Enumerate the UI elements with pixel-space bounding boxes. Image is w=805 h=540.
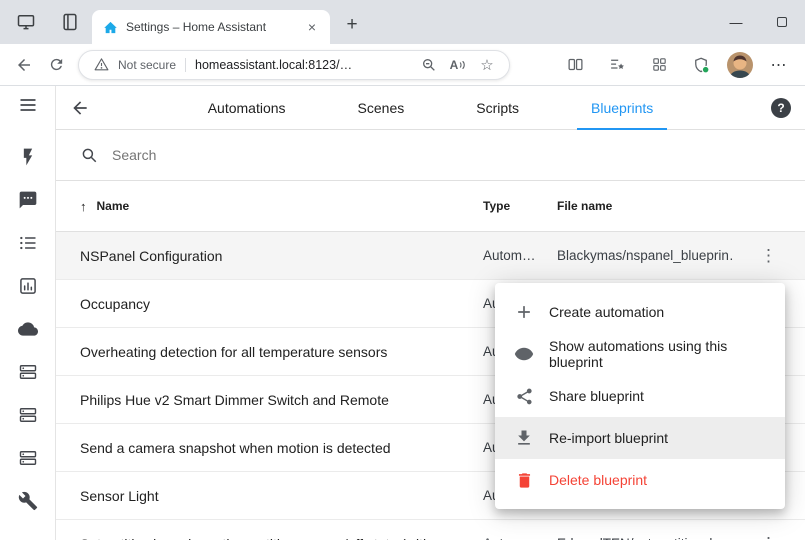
browser-tab-strip: Settings – Home Assistant × + —	[0, 0, 805, 44]
plus-icon	[513, 301, 535, 323]
tab-title: Settings – Home Assistant	[126, 20, 296, 34]
sidebar-item-server-3[interactable]	[8, 446, 48, 470]
menu-item-show-automations[interactable]: Show automations using this blueprint	[495, 333, 785, 375]
ha-nav-tabs: Automations Scenes Scripts Blueprints	[104, 86, 757, 129]
blueprint-file: Blackymas/nspanel_blueprin…	[557, 248, 732, 263]
zoom-out-icon[interactable]	[417, 54, 441, 76]
new-tab-button[interactable]: +	[338, 11, 366, 39]
search-row	[56, 130, 805, 181]
help-icon: ?	[771, 98, 791, 118]
blueprint-file: EdwardTEN/set_entities_bas…	[557, 536, 732, 540]
sidebar-item-assist[interactable]	[8, 188, 48, 212]
chat-icon	[18, 190, 38, 210]
back-button[interactable]	[8, 49, 40, 81]
blueprint-name: NSPanel Configuration	[80, 248, 483, 264]
row-overflow-menu-icon[interactable]: ⋮	[757, 246, 781, 266]
window-minimize-button[interactable]: —	[713, 0, 759, 44]
security-label: Not secure	[118, 58, 176, 72]
window-controls: —	[713, 0, 805, 44]
download-icon	[513, 427, 535, 449]
search-input[interactable]	[112, 147, 781, 163]
extensions-icon[interactable]	[643, 49, 675, 81]
blueprint-name: Occupancy	[80, 296, 483, 312]
wrench-icon	[18, 491, 38, 511]
home-assistant-favicon	[102, 19, 118, 35]
address-divider	[185, 58, 186, 72]
favorites-icon[interactable]	[601, 49, 633, 81]
tab-scripts[interactable]: Scripts	[462, 86, 533, 129]
cloud-icon	[18, 319, 38, 339]
lightning-icon	[18, 147, 38, 167]
sidebar-item-history[interactable]	[8, 274, 48, 298]
blueprint-type: Autom…	[483, 248, 557, 263]
table-row-set-entities[interactable]: Set entities based on other entities new…	[56, 520, 805, 540]
eye-icon	[513, 343, 535, 365]
tab-automations[interactable]: Automations	[194, 86, 300, 129]
menu-item-share-blueprint[interactable]: Share blueprint	[495, 375, 785, 417]
favorite-star-icon[interactable]: ☆	[475, 54, 499, 76]
not-secure-warning-icon	[89, 54, 113, 76]
tab-close-icon[interactable]: ×	[304, 19, 320, 35]
address-bar[interactable]: Not secure homeassistant.local:8123/… A …	[78, 50, 510, 80]
blueprint-type: Autom…	[483, 536, 557, 540]
sidebar-item-todo[interactable]	[8, 231, 48, 255]
row-overflow-menu-icon[interactable]: ⋮	[757, 534, 781, 540]
blueprint-name: Overheating detection for all temperatur…	[80, 344, 483, 360]
browser-menu-icon[interactable]: ⋯	[763, 49, 795, 81]
sidebar-item-energy[interactable]	[8, 145, 48, 169]
table-row-nspanel[interactable]: NSPanel Configuration Autom… Blackymas/n…	[56, 232, 805, 280]
menu-item-create-automation[interactable]: Create automation	[495, 291, 785, 333]
toolbar-right-icons: ⋯	[559, 49, 797, 81]
column-header-file[interactable]: File name	[557, 199, 732, 213]
profile-avatar[interactable]	[727, 52, 753, 78]
blueprint-name: Philips Hue v2 Smart Dimmer Switch and R…	[80, 392, 483, 408]
ha-header: Automations Scenes Scripts Blueprints ?	[56, 86, 805, 130]
column-header-name[interactable]: ↑ Name	[80, 199, 483, 214]
browser-tab[interactable]: Settings – Home Assistant ×	[92, 10, 330, 44]
table-header: ↑ Name Type File name	[56, 181, 805, 232]
blueprint-context-menu: Create automation Show automations using…	[495, 283, 785, 509]
browser-toolbar: Not secure homeassistant.local:8123/… A …	[0, 44, 805, 86]
window-maximize-button[interactable]	[759, 0, 805, 44]
sidebar-item-settings[interactable]	[8, 489, 48, 513]
server-stack-icon	[18, 405, 38, 425]
sidebar-item-server-2[interactable]	[8, 403, 48, 427]
sidebar-item-server-1[interactable]	[8, 360, 48, 384]
share-icon	[513, 385, 535, 407]
split-screen-icon[interactable]	[559, 49, 591, 81]
monitor-icon[interactable]	[14, 10, 38, 34]
menu-item-reimport-blueprint[interactable]: Re-import blueprint	[495, 417, 785, 459]
maximize-icon	[777, 17, 787, 27]
notebook-icon[interactable]	[58, 10, 82, 34]
tab-scenes[interactable]: Scenes	[344, 86, 419, 129]
column-header-type[interactable]: Type	[483, 199, 557, 213]
search-icon	[80, 146, 98, 164]
list-icon	[18, 233, 38, 253]
blueprint-name: Sensor Light	[80, 488, 483, 504]
arrow-left-icon	[70, 98, 90, 118]
refresh-button[interactable]	[40, 49, 72, 81]
tab-blueprints[interactable]: Blueprints	[577, 86, 667, 129]
url-text: homeassistant.local:8123/…	[195, 58, 412, 72]
trash-icon	[513, 469, 535, 491]
menu-item-delete-blueprint[interactable]: Delete blueprint	[495, 459, 785, 501]
chart-box-icon	[18, 276, 38, 296]
help-button[interactable]: ?	[757, 86, 805, 129]
server-stack-icon	[18, 362, 38, 382]
sidebar-menu-icon[interactable]	[8, 93, 48, 117]
sidebar-item-cloud[interactable]	[8, 317, 48, 341]
ha-back-button[interactable]	[56, 86, 104, 129]
blueprint-name: Send a camera snapshot when motion is de…	[80, 440, 483, 456]
server-stack-icon	[18, 448, 38, 468]
read-aloud-icon[interactable]: A	[446, 54, 470, 76]
blueprint-name: Set entities based on other entities new…	[80, 536, 483, 540]
sort-ascending-icon: ↑	[80, 199, 87, 214]
ha-sidebar	[0, 86, 56, 540]
extension-with-status-icon[interactable]	[685, 49, 717, 81]
